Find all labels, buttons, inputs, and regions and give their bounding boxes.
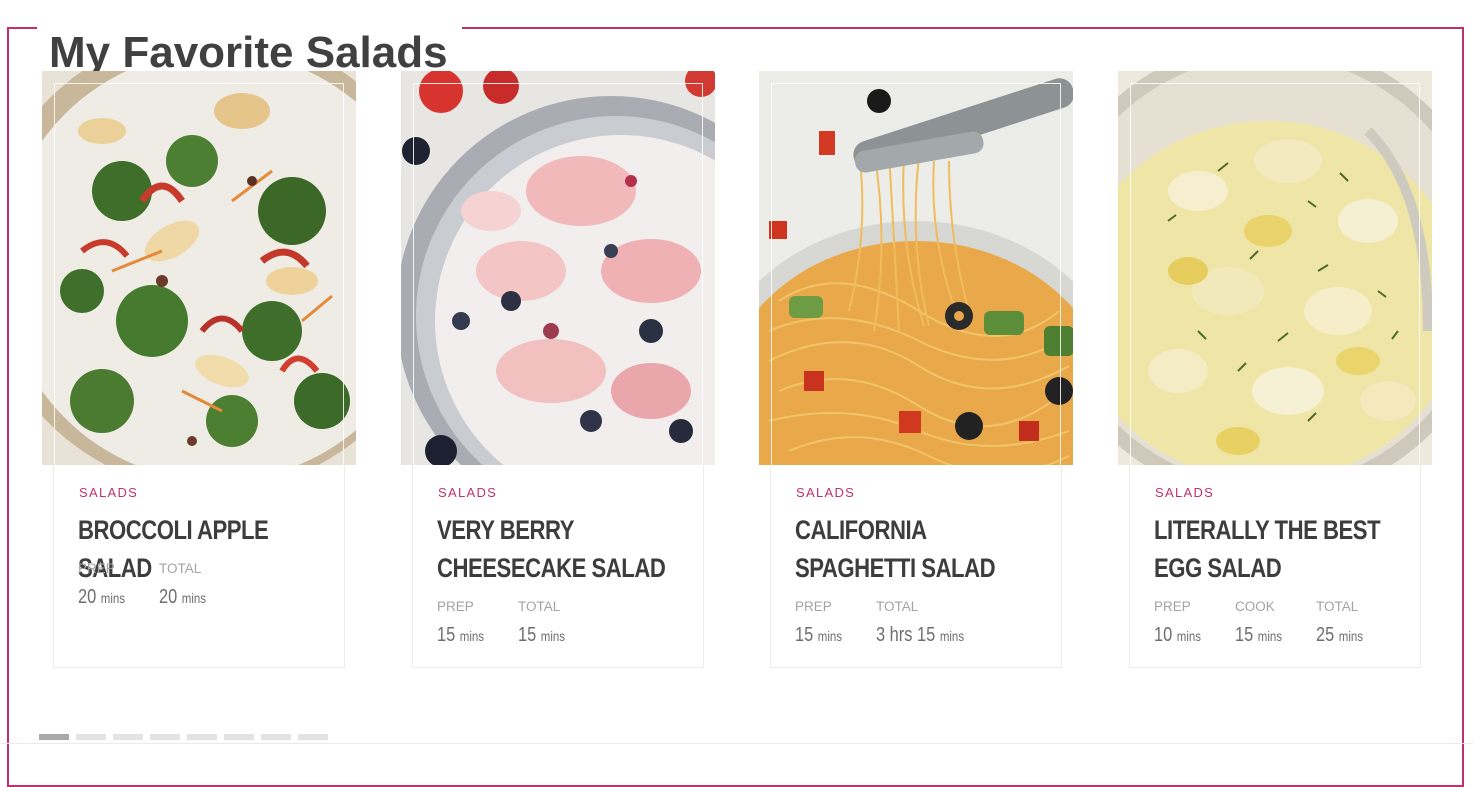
recipe-title[interactable]: VERY BERRY CHEESECAKE SALAD [437,511,691,587]
recipe-card-body: SALADS VERY BERRY CHEESECAKE SALAD PREP … [412,465,704,668]
recipe-title[interactable]: LITERALLY THE BEST EGG SALAD [1154,511,1408,587]
prep-time: PREP 15 mins [795,599,843,646]
total-time: TOTAL 25 mins [1316,599,1364,646]
recipe-card-egg-salad[interactable]: SALADS LITERALLY THE BEST EGG SALAD PREP… [1118,71,1432,668]
recipe-card-california-spaghetti[interactable]: SALADS CALIFORNIA SPAGHETTI SALAD PREP 1… [759,71,1073,668]
total-time: TOTAL 15 mins [518,599,566,646]
total-time: TOTAL 20 mins [159,561,207,608]
recipe-image[interactable] [759,71,1073,465]
recipe-times: PREP 15 mins TOTAL 15 mins [437,599,599,647]
recipe-title[interactable]: CALIFORNIA SPAGHETTI SALAD [795,511,1049,587]
carousel-pagination [39,734,328,740]
carousel-dot-2[interactable] [76,734,106,740]
prep-time: PREP 10 mins [1154,599,1202,646]
recipe-card-body: SALADS BROCCOLI APPLE SALAD PREP 20 mins… [53,465,345,668]
recipe-image[interactable] [42,71,356,465]
recipe-category[interactable]: SALADS [79,485,138,500]
carousel-dot-8[interactable] [298,734,328,740]
recipe-times: PREP 15 mins TOTAL 3 hrs 15 mins [795,599,965,647]
recipe-image[interactable] [401,71,715,465]
carousel-dot-4[interactable] [150,734,180,740]
carousel-dot-6[interactable] [224,734,254,740]
recipe-card-body: SALADS CALIFORNIA SPAGHETTI SALAD PREP 1… [770,465,1062,668]
recipe-card-body: SALADS LITERALLY THE BEST EGG SALAD PREP… [1129,465,1421,668]
recipe-times: PREP 20 mins TOTAL 20 mins [78,561,240,609]
recipe-image[interactable] [1118,71,1432,465]
carousel-dot-1[interactable] [39,734,69,740]
prep-time: PREP 20 mins [78,561,126,608]
recipe-category[interactable]: SALADS [438,485,497,500]
carousel-dot-7[interactable] [261,734,291,740]
recipe-card-broccoli[interactable]: SALADS BROCCOLI APPLE SALAD PREP 20 mins… [42,71,356,668]
carousel-dot-3[interactable] [113,734,143,740]
total-time: TOTAL 3 hrs 15 mins [876,599,965,646]
carousel-dot-5[interactable] [187,734,217,740]
recipe-category[interactable]: SALADS [796,485,855,500]
recipe-category[interactable]: SALADS [1155,485,1214,500]
cook-time: COOK 15 mins [1235,599,1283,646]
recipe-card-berry-cheesecake[interactable]: SALADS VERY BERRY CHEESECAKE SALAD PREP … [401,71,715,668]
divider [0,743,1473,744]
prep-time: PREP 15 mins [437,599,485,646]
recipe-times: PREP 10 mins COOK 15 mins TOTAL 25 mins [1154,599,1397,647]
